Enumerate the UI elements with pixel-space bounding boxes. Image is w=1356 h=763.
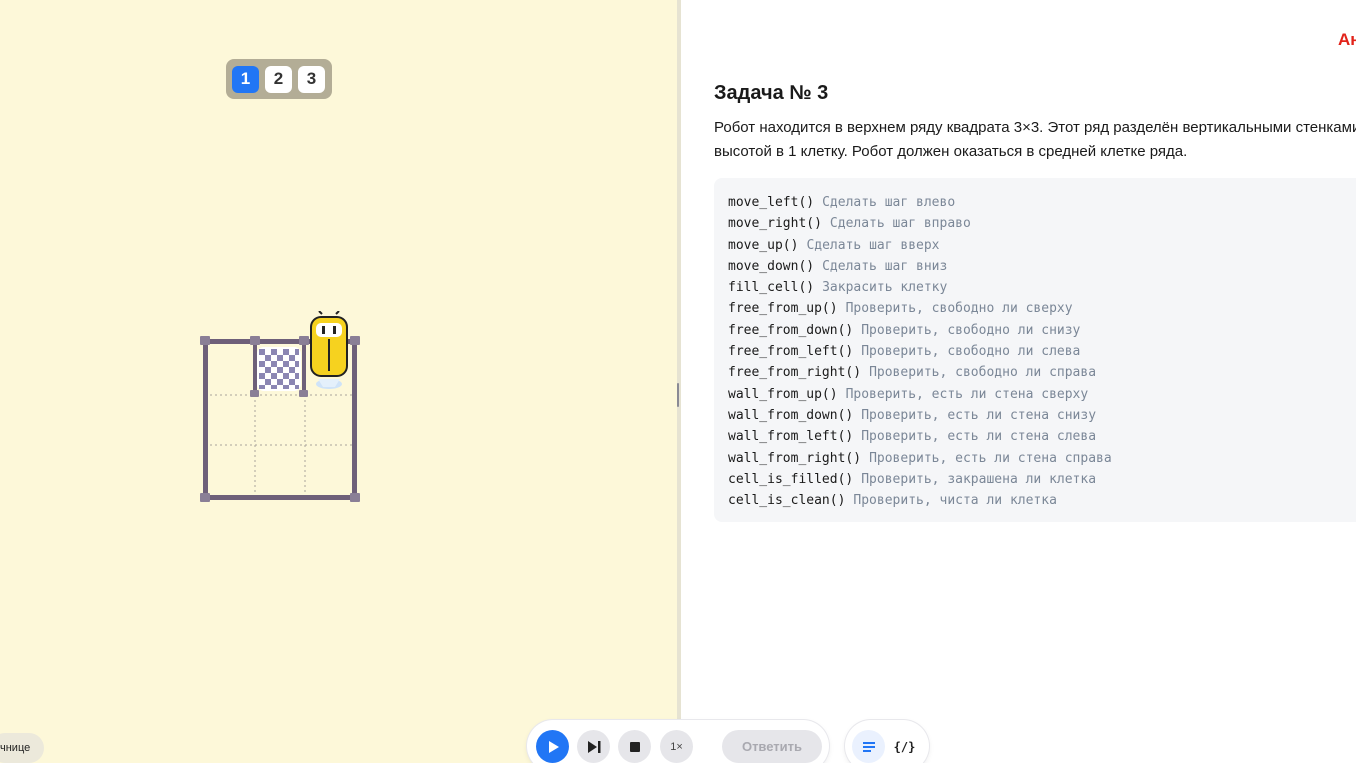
command-name: free_from_down(): [728, 322, 854, 338]
command-description: Проверить, свободно ли сверху: [845, 301, 1073, 317]
command-row: free_from_up() Проверить, свободно ли све…: [728, 298, 1342, 319]
speed-label: 1×: [670, 740, 683, 753]
level-tab-1[interactable]: 1: [232, 65, 259, 93]
command-name: move_right(): [728, 216, 822, 232]
command-row: wall_from_down() Проверить, есть ли стена…: [728, 405, 1342, 426]
divider-handle[interactable]: [677, 383, 679, 407]
command-name: wall_from_up(): [728, 386, 838, 402]
task-description-line: Робот находится в верхнем ряду квадрата …: [714, 119, 1356, 136]
command-row: cell_is_filled() Проверить, закрашена ли …: [728, 469, 1342, 490]
command-row: move_up() Сделать шаг вверх: [728, 235, 1342, 256]
command-description: Проверить, есть ли стена слева: [861, 429, 1097, 445]
code-mode-button[interactable]: {/}: [888, 730, 921, 763]
command-description: Проверить, свободно ли снизу: [861, 322, 1081, 338]
command-name: wall_from_down(): [728, 407, 854, 423]
command-name: move_down(): [728, 258, 815, 274]
task-description-line: высотой в 1 клетку. Робот должен оказать…: [714, 143, 1188, 160]
command-description: Сделать шаг вверх: [806, 237, 940, 253]
run-controls: 1× Ответить: [527, 720, 829, 763]
command-row: wall_from_up() Проверить, есть ли стена с…: [728, 384, 1342, 405]
answer-button[interactable]: Ответить: [722, 730, 822, 763]
commands-reference: move_left() Сделать шаг влево move_right(…: [714, 178, 1356, 522]
command-description: Сделать шаг вниз: [822, 258, 948, 274]
text-mode-button[interactable]: [852, 730, 885, 763]
help-pill[interactable]: чнице: [0, 733, 44, 763]
speed-button[interactable]: 1×: [660, 730, 693, 763]
command-row: move_right() Сделать шаг вправо: [728, 213, 1342, 234]
code-braces-icon: {/}: [893, 739, 916, 754]
command-row: free_from_right() Проверить, свободно ли …: [728, 362, 1342, 383]
command-row: wall_from_left() Проверить, есть ли стена…: [728, 426, 1342, 447]
level-tabs: 1 2 3: [226, 59, 332, 99]
command-row: cell_is_clean() Проверить, чиста ли клетк…: [728, 490, 1342, 511]
command-name: move_left(): [728, 195, 815, 210]
command-description: Проверить, свободно ли справа: [869, 365, 1097, 381]
level-tab-3[interactable]: 3: [298, 65, 325, 93]
play-icon: [548, 740, 559, 753]
stop-icon: [629, 741, 640, 752]
command-row: fill_cell() Закрасить клетку: [728, 277, 1342, 298]
command-row: wall_from_right() Проверить, есть ли стен…: [728, 448, 1342, 469]
robot-grid: [200, 311, 360, 502]
step-forward-icon: [587, 740, 600, 753]
command-description: Закрасить клетку: [822, 280, 948, 296]
stop-button[interactable]: [618, 730, 651, 763]
command-name: wall_from_right(): [728, 450, 862, 466]
level-tab-2[interactable]: 2: [265, 65, 292, 93]
command-description: Проверить, закрашена ли клетка: [861, 471, 1097, 487]
command-row: free_from_left() Проверить, свободно ли с…: [728, 341, 1342, 362]
editor-mode-switch: {/}: [845, 720, 929, 763]
command-description: Проверить, свободно ли слева: [861, 344, 1081, 360]
command-row: move_down() Сделать шаг вниз: [728, 256, 1342, 277]
command-name: free_from_up(): [728, 301, 838, 317]
command-description: Сделать шаг влево: [822, 195, 956, 210]
command-row: free_from_down() Проверить, свободно ли с…: [728, 320, 1342, 341]
task-title: Задача № 3: [714, 82, 829, 104]
step-button[interactable]: [577, 730, 610, 763]
command-description: Проверить, есть ли стена сверху: [845, 386, 1089, 402]
top-right-link[interactable]: Ан: [1338, 30, 1356, 50]
target-cell: [257, 347, 301, 391]
task-description: Робот находится в верхнем ряду квадрата …: [714, 116, 1356, 164]
command-description: Сделать шаг вправо: [829, 216, 971, 232]
command-name: cell_is_filled(): [728, 471, 854, 487]
command-name: free_from_left(): [728, 344, 854, 360]
command-description: Проверить, есть ли стена снизу: [861, 407, 1097, 423]
command-row: move_left() Сделать шаг влево: [728, 192, 1342, 213]
command-name: move_up(): [728, 237, 799, 253]
command-name: cell_is_clean(): [728, 493, 846, 509]
command-name: wall_from_left(): [728, 429, 854, 445]
command-name: fill_cell(): [728, 280, 815, 296]
game-field-pane: 1 2 3 чнице: [0, 0, 677, 763]
command-description: Проверить, есть ли стена справа: [869, 450, 1112, 466]
command-name: free_from_right(): [728, 365, 862, 381]
text-lines-icon: [862, 741, 875, 752]
command-description: Проверить, чиста ли клетка: [853, 493, 1057, 509]
run-button[interactable]: [536, 730, 569, 763]
